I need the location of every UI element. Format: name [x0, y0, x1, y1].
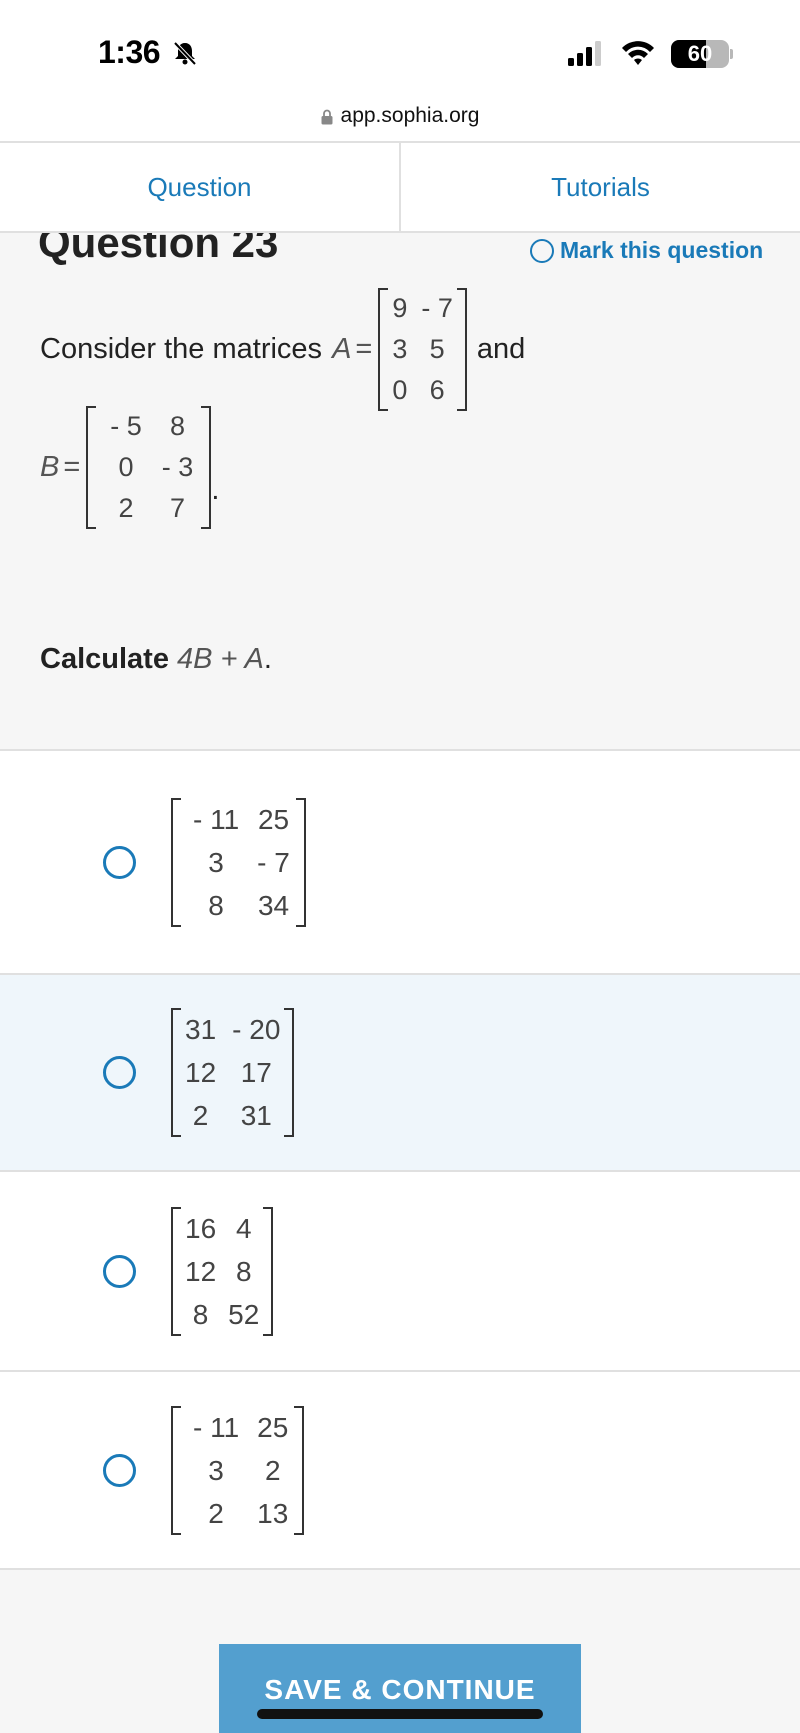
matrix-cell: - 11 [193, 1411, 240, 1443]
home-indicator[interactable] [257, 1709, 543, 1719]
matrix-cell: 9 [392, 293, 408, 323]
mark-question-button[interactable]: Mark this question [530, 237, 763, 264]
matrix-cell: 17 [240, 1057, 272, 1088]
matrix-cell: 31 [185, 1014, 217, 1045]
matrix-a: 9 - 7 3506 [378, 288, 467, 411]
matrix-cell: 8 [192, 1298, 209, 1330]
clock: 1:36 [98, 34, 161, 70]
matrix-cell: - 20 [232, 1014, 281, 1045]
matrix-b-name: B [40, 451, 60, 483]
matrix-b: - 5 8 0 - 3 2 7 [86, 406, 212, 529]
matrix-cell: 52 [228, 1298, 260, 1330]
radio-button[interactable] [103, 1056, 136, 1089]
matrix-cell: 2 [208, 1497, 224, 1529]
url-text: app.sophia.org [340, 104, 480, 127]
answer-matrix: - 11 25 3 2 2 13 [171, 1405, 305, 1535]
answer-matrix: 16 4 12 8 8 52 [171, 1206, 274, 1336]
status-bar: 1:36 60 [0, 0, 800, 90]
matrix-cell: 25 [257, 1411, 289, 1443]
matrix-cell: 2 [192, 1100, 209, 1131]
save-continue-button[interactable]: SAVE & CONTINUE [219, 1644, 581, 1733]
matrix-cell: 31 [240, 1100, 272, 1131]
calculate-end: . [263, 643, 272, 675]
matrix-cell: 34 [257, 889, 290, 921]
matrix-cell: 16 [185, 1212, 217, 1244]
signal-icon [568, 41, 601, 66]
battery-icon: 60 [671, 40, 729, 68]
lock-icon [321, 109, 333, 125]
matrix-cell: 5 [429, 334, 445, 364]
answer-list: - 11 25 3- 7 8 34 31- 20 12 17 2 31 16 4 12 8 8 52 - … [0, 749, 800, 1568]
answer-option-2[interactable]: 31 - 20 12 17 2 31 [0, 973, 800, 1170]
calculate-line: Calculate 4B + A. [40, 643, 272, 676]
matrix-cell: 25 [257, 803, 290, 835]
matrix-cell: 0 [392, 375, 408, 405]
matrix-cell: 8 [170, 411, 186, 441]
matrix-a-name: A [332, 333, 352, 365]
matrix-cell: 6 [429, 375, 445, 405]
answer-option-3[interactable]: 16 4 12 8 8 52 [0, 1170, 800, 1370]
battery-level: 60 [687, 41, 713, 66]
radio-button[interactable] [103, 1453, 136, 1487]
wifi-icon [622, 41, 654, 65]
matrix-cell: 3 [392, 334, 408, 364]
tab-bar: Question Tutorials [0, 141, 800, 233]
matrix-cell: 3 [208, 846, 224, 878]
bell-slash-icon [173, 41, 197, 66]
tab-tutorials[interactable]: Tutorials [399, 143, 800, 231]
equals-sign: = [63, 451, 81, 483]
matrix-cell: 8 [208, 889, 224, 921]
mark-circle-icon [530, 238, 554, 263]
conjunction: and [476, 333, 526, 365]
matrix-cell: - 7 [421, 293, 453, 323]
prompt-line-b: B = - 5 8 0 - 3 2 7 . [40, 406, 219, 529]
answer-option-4[interactable]: - 11 25 3 2 2 13 [0, 1370, 800, 1568]
radio-button[interactable] [103, 845, 136, 879]
matrix-cell: 3 [208, 1454, 224, 1486]
matrix-cell: - 11 [193, 803, 240, 835]
question-section: Question 23 Mark this question Consider … [0, 233, 800, 749]
matrix-cell: 0 [118, 452, 134, 482]
matrix-cell: 2 [264, 1454, 281, 1486]
calculate-label: Calculate [40, 643, 169, 675]
matrix-cell: 12 [185, 1255, 217, 1287]
matrix-cell: - 7 [257, 846, 290, 878]
matrix-cell: 13 [257, 1497, 289, 1529]
mark-question-label: Mark this question [560, 237, 764, 263]
matrix-cell: 12 [185, 1057, 217, 1088]
url-bar[interactable]: app.sophia.org [0, 90, 800, 142]
answer-option-1[interactable]: - 11 25 3 - 7 8 34 [0, 749, 800, 973]
matrix-cell: - 3 [161, 452, 194, 482]
answer-matrix: 31 - 20 12 17 2 31 [171, 1008, 295, 1137]
calculate-expression: 4B + A [177, 643, 264, 675]
matrix-cell: 8 [235, 1255, 252, 1287]
prompt-prefix: Consider the matrices [40, 333, 323, 365]
radio-button[interactable] [103, 1254, 136, 1288]
answer-matrix: - 11 25 3 - 7 8 34 [171, 797, 306, 927]
prompt-line-a: Consider the matrices A = 9 - 7 3506 and [40, 288, 525, 411]
equals-sign: = [355, 333, 373, 365]
tab-question[interactable]: Question [0, 143, 399, 231]
matrix-cell: 7 [170, 493, 186, 523]
matrix-cell: 2 [118, 493, 134, 523]
matrix-cell: - 5 [110, 411, 142, 441]
question-title: Question 23 [38, 233, 279, 266]
matrix-cell: 4 [235, 1212, 252, 1244]
period: . [211, 474, 220, 506]
battery-nub [730, 49, 733, 59]
